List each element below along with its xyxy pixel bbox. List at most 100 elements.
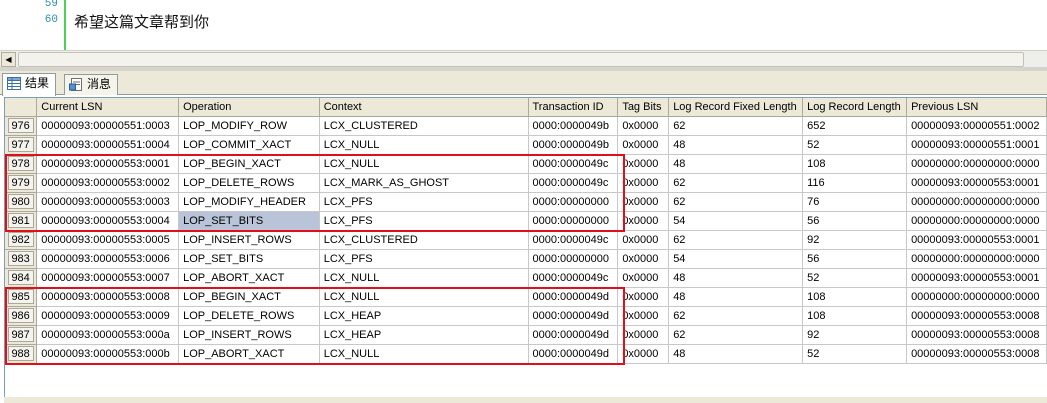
table-cell[interactable]: 62: [668, 192, 804, 212]
table-cell[interactable]: 0000:00000000: [528, 192, 619, 212]
column-header[interactable]: Operation: [178, 98, 320, 117]
tab-results[interactable]: 结果: [2, 73, 57, 96]
row-header[interactable]: 983: [5, 249, 38, 269]
table-row[interactable]: 981 00000093:00000553:0004 LOP_SET_BITS LCX…: [5, 211, 1047, 231]
table-cell[interactable]: 48: [668, 135, 804, 155]
query-editor[interactable]: 59 60 希望这篇文章帮到你: [0, 0, 1047, 50]
table-cell[interactable]: 48: [668, 268, 804, 288]
table-cell[interactable]: 0000:0000049d: [528, 325, 619, 345]
table-cell[interactable]: 00000093:00000553:0001: [906, 268, 1047, 288]
table-cell[interactable]: 0x0000: [617, 154, 670, 174]
table-cell[interactable]: 0x0000: [617, 268, 670, 288]
column-header[interactable]: Log Record Fixed Length: [668, 98, 804, 117]
table-cell[interactable]: 92: [802, 230, 908, 250]
table-row[interactable]: 980 00000093:00000553:0003 LOP_MODIFY_HEAD…: [5, 192, 1047, 212]
editor-text-line[interactable]: 希望这篇文章帮到你: [74, 11, 209, 32]
table-cell[interactable]: LCX_CLUSTERED: [319, 230, 529, 250]
table-cell[interactable]: LCX_NULL: [319, 344, 529, 364]
table-cell[interactable]: LCX_HEAP: [319, 325, 529, 345]
column-header[interactable]: Current LSN: [36, 98, 180, 117]
editor-horizontal-scrollbar[interactable]: ◀: [0, 50, 1047, 67]
table-cell[interactable]: 0000:0000049c: [528, 230, 619, 250]
table-cell[interactable]: 48: [668, 344, 804, 364]
table-cell[interactable]: 0000:0000049c: [528, 154, 619, 174]
table-cell[interactable]: 0000:0000049b: [528, 135, 619, 155]
table-cell[interactable]: 00000000:00000000:0000: [906, 287, 1047, 307]
table-cell[interactable]: 62: [668, 325, 804, 345]
row-header[interactable]: 976: [5, 116, 38, 136]
table-cell[interactable]: 0x0000: [617, 249, 670, 269]
table-cell[interactable]: 0x0000: [617, 230, 670, 250]
table-cell[interactable]: 0x0000: [617, 306, 670, 326]
table-cell[interactable]: 116: [802, 173, 908, 193]
table-cell[interactable]: LOP_SET_BITS: [178, 211, 320, 231]
table-cell[interactable]: LOP_SET_BITS: [178, 249, 320, 269]
table-cell[interactable]: 56: [802, 249, 908, 269]
table-cell[interactable]: 00000093:00000553:0002: [36, 173, 180, 193]
row-header[interactable]: 979: [5, 173, 38, 193]
table-cell[interactable]: 108: [802, 306, 908, 326]
tab-messages[interactable]: 消息: [64, 74, 119, 95]
table-cell[interactable]: 52: [802, 268, 908, 288]
table-cell[interactable]: LOP_BEGIN_XACT: [178, 154, 320, 174]
table-row[interactable]: 979 00000093:00000553:0002 LOP_DELETE_ROWS…: [5, 173, 1047, 193]
table-cell[interactable]: LCX_HEAP: [319, 306, 529, 326]
table-cell[interactable]: 54: [668, 211, 804, 231]
table-cell[interactable]: LOP_BEGIN_XACT: [178, 287, 320, 307]
row-header[interactable]: 981: [5, 211, 38, 231]
table-cell[interactable]: LOP_ABORT_XACT: [178, 268, 320, 288]
table-cell[interactable]: 652: [802, 116, 908, 136]
table-row[interactable]: 978 00000093:00000553:0001 LOP_BEGIN_XACT L…: [5, 154, 1047, 174]
table-cell[interactable]: 00000093:00000551:0002: [906, 116, 1047, 136]
table-cell[interactable]: LCX_NULL: [319, 135, 529, 155]
row-header[interactable]: 988: [5, 344, 38, 364]
table-cell[interactable]: 00000093:00000551:0003: [36, 116, 180, 136]
table-cell[interactable]: LOP_DELETE_ROWS: [178, 306, 320, 326]
table-row[interactable]: 986 00000093:00000553:0009 LOP_DELETE_ROWS…: [5, 306, 1047, 326]
table-cell[interactable]: 0000:0000049d: [528, 344, 619, 364]
table-cell[interactable]: 0x0000: [617, 192, 670, 212]
table-cell[interactable]: 52: [802, 135, 908, 155]
table-cell[interactable]: LCX_PFS: [319, 249, 529, 269]
table-cell[interactable]: LCX_NULL: [319, 268, 529, 288]
column-header[interactable]: Context: [319, 98, 529, 117]
table-cell[interactable]: 0x0000: [617, 344, 670, 364]
table-cell[interactable]: 00000093:00000553:0003: [36, 192, 180, 212]
table-cell[interactable]: 0000:0000049b: [528, 116, 619, 136]
table-cell[interactable]: LOP_ABORT_XACT: [178, 344, 320, 364]
table-row[interactable]: 982 00000093:00000553:0005 LOP_INSERT_ROWS…: [5, 230, 1047, 250]
table-cell[interactable]: 52: [802, 344, 908, 364]
table-cell[interactable]: 0x0000: [617, 116, 670, 136]
table-cell[interactable]: 0000:00000000: [528, 249, 619, 269]
table-row[interactable]: 987 00000093:00000553:000a LOP_INSERT_ROWS…: [5, 325, 1047, 345]
table-cell[interactable]: 00000093:00000553:0008: [906, 306, 1047, 326]
row-header[interactable]: 978: [5, 154, 38, 174]
table-cell[interactable]: 54: [668, 249, 804, 269]
table-cell[interactable]: 00000000:00000000:0000: [906, 192, 1047, 212]
table-cell[interactable]: 62: [668, 306, 804, 326]
table-cell[interactable]: 00000093:00000551:0004: [36, 135, 180, 155]
row-header[interactable]: 986: [5, 306, 38, 326]
table-cell[interactable]: 00000093:00000553:0008: [36, 287, 180, 307]
table-cell[interactable]: 00000093:00000553:000a: [36, 325, 180, 345]
table-cell[interactable]: 0000:0000049c: [528, 268, 619, 288]
table-cell[interactable]: 108: [802, 287, 908, 307]
table-cell[interactable]: 00000093:00000553:0008: [906, 325, 1047, 345]
table-cell[interactable]: LOP_MODIFY_HEADER: [178, 192, 320, 212]
row-header[interactable]: 982: [5, 230, 38, 250]
table-cell[interactable]: 48: [668, 287, 804, 307]
table-row[interactable]: 983 00000093:00000553:0006 LOP_SET_BITS LCX…: [5, 249, 1047, 269]
table-cell[interactable]: 00000093:00000553:0006: [36, 249, 180, 269]
table-cell[interactable]: 00000000:00000000:0000: [906, 211, 1047, 231]
table-cell[interactable]: LOP_INSERT_ROWS: [178, 230, 320, 250]
table-cell[interactable]: 0000:0000049c: [528, 173, 619, 193]
table-cell[interactable]: LOP_INSERT_ROWS: [178, 325, 320, 345]
table-cell[interactable]: 0x0000: [617, 325, 670, 345]
table-row[interactable]: 984 00000093:00000553:0007 LOP_ABORT_XACT L…: [5, 268, 1047, 288]
row-number-header[interactable]: [5, 98, 38, 117]
table-cell[interactable]: 00000093:00000553:0004: [36, 211, 180, 231]
table-cell[interactable]: 62: [668, 230, 804, 250]
table-cell[interactable]: 00000000:00000000:0000: [906, 249, 1047, 269]
row-header[interactable]: 987: [5, 325, 38, 345]
table-cell[interactable]: 00000093:00000553:0008: [906, 344, 1047, 364]
